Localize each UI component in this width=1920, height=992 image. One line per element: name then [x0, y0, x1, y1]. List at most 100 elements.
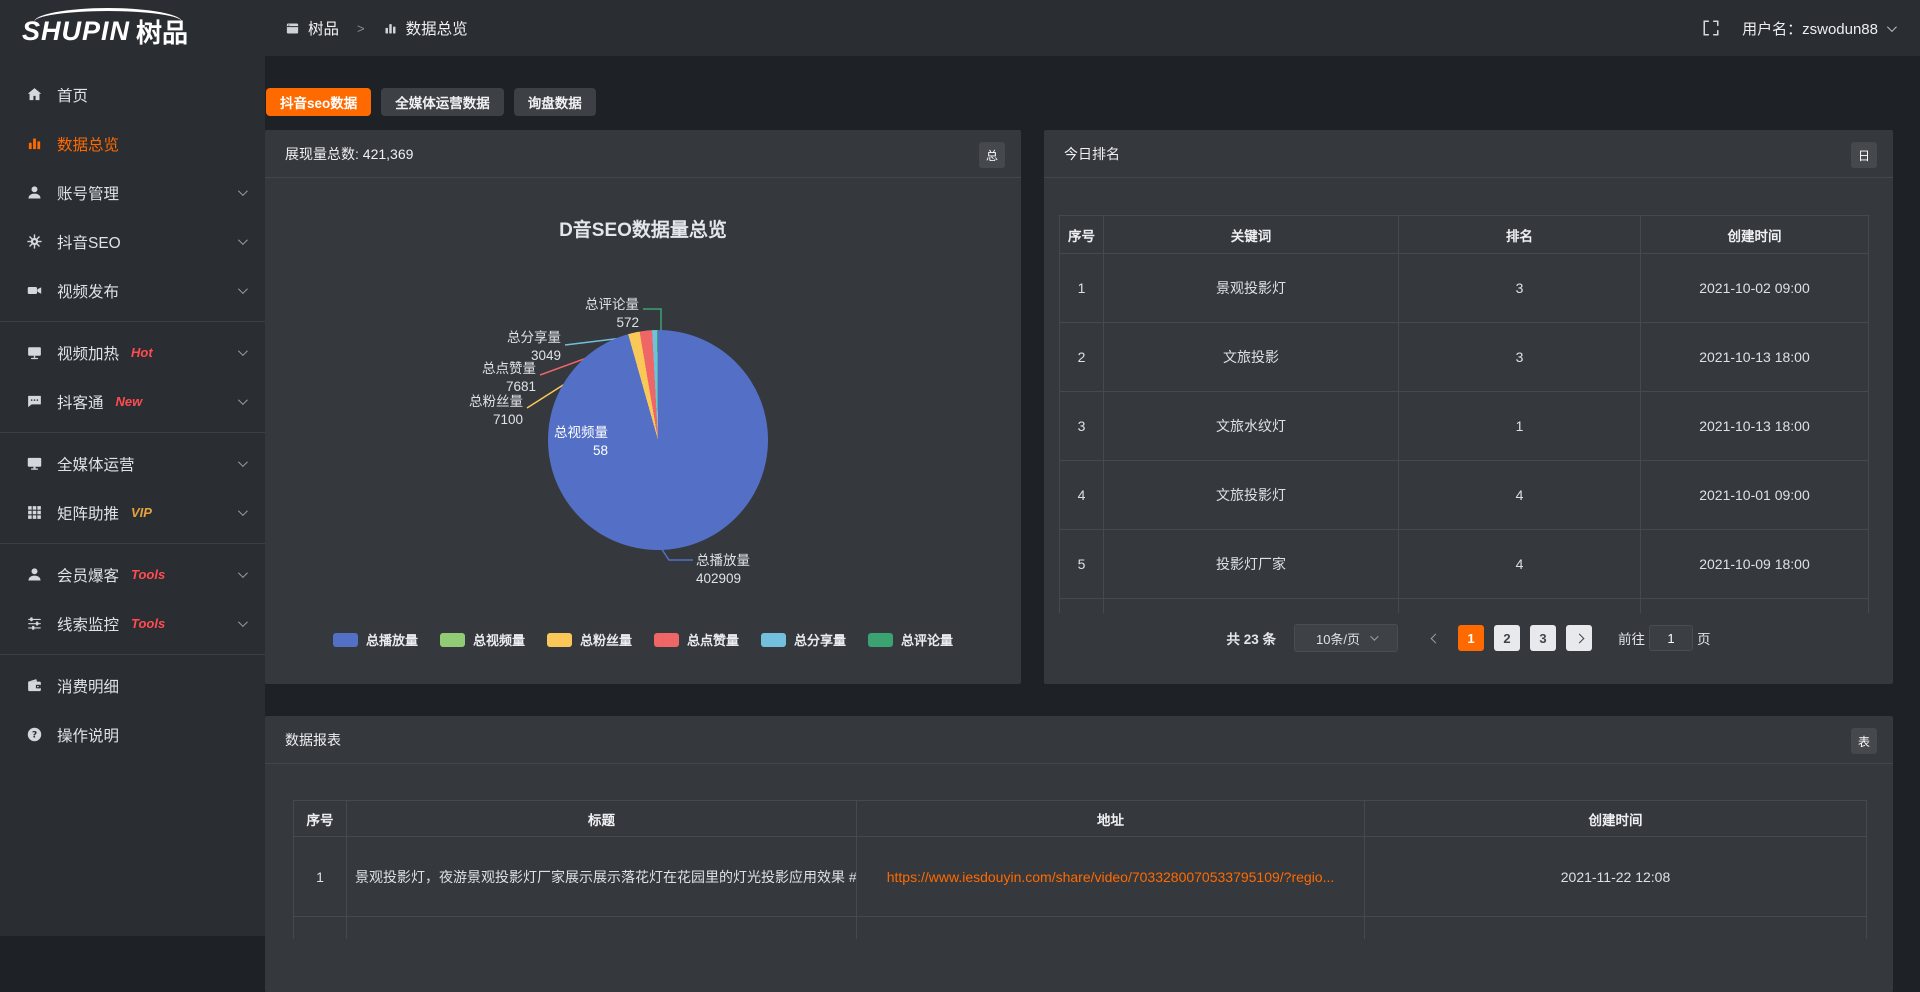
chevron-down-icon [1370, 632, 1378, 640]
sidebar-item-account[interactable]: 账号管理 [0, 168, 265, 217]
sidebar-item-data-overview[interactable]: 数据总览 [0, 119, 265, 168]
sidebar-item-consumption[interactable]: 消费明细 [0, 661, 265, 710]
page-size-select[interactable]: 10条/页 [1294, 624, 1398, 652]
prev-page-button[interactable] [1422, 625, 1448, 651]
pagination-total: 共 23 条 [1226, 628, 1276, 648]
pie-label-plays: 总播放量402909 [696, 552, 750, 588]
topbar-right: 用户名：zswodun88 [1702, 18, 1894, 39]
video-camera-icon [25, 282, 43, 300]
grid-icon [25, 504, 43, 522]
sidebar-item-home[interactable]: 首页 [0, 70, 265, 119]
data-tabs: 抖音seo数据 全媒体运营数据 询盘数据 [266, 88, 596, 116]
username-label: 用户名：zswodun88 [1742, 18, 1878, 39]
video-url-cell: https://www.iesdouyin.com/share/video/70… [857, 837, 1365, 917]
page-button-3[interactable]: 3 [1530, 625, 1556, 651]
vip-badge: VIP [131, 505, 152, 520]
breadcrumb: 树品 > 数据总览 [285, 17, 468, 39]
chevron-right-icon [1574, 633, 1584, 643]
table-row: 4 文旅投影灯 4 2021-10-01 09:00 [1060, 461, 1869, 530]
goto-page-input[interactable] [1649, 625, 1693, 651]
table-button[interactable]: 表 [1851, 728, 1877, 754]
sidebar-item-douketong[interactable]: 抖客通 New [0, 377, 265, 426]
table-stub-row [1060, 599, 1869, 613]
tools-badge: Tools [131, 616, 165, 631]
logo[interactable]: SHUPIN 树品 [0, 0, 265, 62]
bar-chart-icon [25, 135, 43, 153]
legend-item[interactable]: 总粉丝量 [547, 630, 632, 649]
goto-label: 前往 [1618, 628, 1645, 648]
legend-swatch [547, 633, 572, 647]
table-stub-row [294, 917, 1867, 939]
pie-label-fans: 总粉丝量7100 [469, 393, 523, 429]
help-icon: ? [25, 726, 43, 744]
video-link[interactable]: https://www.iesdouyin.com/share/video/70… [887, 869, 1335, 885]
sidebar-item-media-ops[interactable]: 全媒体运营 [0, 439, 265, 488]
hot-badge: Hot [131, 345, 153, 360]
overview-panel-title: 展现量总数: 421,369 [265, 130, 1021, 178]
chevron-left-icon [1430, 633, 1440, 643]
breadcrumb-separator: > [357, 21, 365, 36]
chevron-down-icon [238, 284, 248, 294]
sidebar-item-help[interactable]: ? 操作说明 [0, 710, 265, 759]
chat-bubble-icon [25, 393, 43, 411]
ranking-panel-title: 今日排名 [1044, 130, 1893, 178]
table-row: 5 投影灯厂家 4 2021-10-09 18:00 [1060, 530, 1869, 599]
svg-text:?: ? [31, 730, 36, 741]
legend-swatch [333, 633, 358, 647]
report-panel: 数据报表 表 序号 标题 地址 创建时间 1 景观投影灯，夜游景观投影灯厂家展示… [265, 716, 1893, 992]
tab-inquiry[interactable]: 询盘数据 [514, 88, 596, 116]
report-panel-title: 数据报表 [265, 716, 1893, 764]
user-dropdown[interactable]: 用户名：zswodun88 [1742, 18, 1894, 39]
legend-item[interactable]: 总分享量 [761, 630, 846, 649]
legend-item[interactable]: 总视频量 [440, 630, 525, 649]
home-icon [25, 86, 43, 104]
table-row: 1 景观投影灯，夜游景观投影灯厂家展示展示落花灯在花园里的灯光投影应用效果 # … [294, 837, 1867, 917]
day-button[interactable]: 日 [1851, 142, 1877, 168]
tools-badge: Tools [131, 567, 165, 582]
sidebar-item-video-heat[interactable]: 视频加热 Hot [0, 328, 265, 377]
goto-group: 前往 页 [1618, 625, 1711, 651]
legend-item[interactable]: 总评论量 [868, 630, 953, 649]
pie-chart-area: D音SEO数据量总览 总评论量572 总分享量3049 总点赞量7681 总粉丝… [265, 178, 1021, 684]
report-table: 序号 标题 地址 创建时间 1 景观投影灯，夜游景观投影灯厂家展示展示落花灯在花… [293, 800, 1867, 939]
logo-arc [34, 8, 182, 22]
breadcrumb-item-current[interactable]: 数据总览 [406, 17, 468, 39]
breadcrumb-item-root[interactable]: 树品 [308, 17, 339, 39]
bar-chart-icon [383, 21, 398, 36]
chevron-down-icon [238, 568, 248, 578]
sidebar-item-douyin-seo[interactable]: 抖音SEO [0, 217, 265, 266]
table-row: 1 景观投影灯 3 2021-10-02 09:00 [1060, 254, 1869, 323]
sidebar-item-video-publish[interactable]: 视频发布 [0, 266, 265, 315]
next-page-button[interactable] [1566, 625, 1592, 651]
divider [0, 432, 265, 433]
chevron-down-icon [238, 186, 248, 196]
chevron-down-icon [238, 617, 248, 627]
pie-label-comments: 总评论量572 [585, 296, 639, 332]
table-row: 2 文旅投影 3 2021-10-13 18:00 [1060, 323, 1869, 392]
tab-douyin-seo[interactable]: 抖音seo数据 [266, 88, 371, 116]
tab-media-ops[interactable]: 全媒体运营数据 [381, 88, 504, 116]
ranking-panel: 今日排名 日 序号 关键词 排名 创建时间 1 景观投影灯 3 2021-10-… [1044, 130, 1893, 684]
chevron-down-icon [238, 395, 248, 405]
legend-item[interactable]: 总点赞量 [654, 630, 739, 649]
sidebar-item-matrix-boost[interactable]: 矩阵助推 VIP [0, 488, 265, 537]
main-content: 抖音seo数据 全媒体运营数据 询盘数据 展现量总数: 421,369 总 D音… [265, 56, 1920, 936]
sliders-icon [25, 615, 43, 633]
fullscreen-icon[interactable] [1702, 19, 1720, 37]
member-icon [25, 566, 43, 584]
legend-swatch [868, 633, 893, 647]
pagination: 共 23 条 10条/页 1 2 3 前往 页 [1044, 624, 1893, 652]
new-badge: New [116, 394, 143, 409]
table-row: 3 文旅水纹灯 1 2021-10-13 18:00 [1060, 392, 1869, 461]
wallet-icon [25, 677, 43, 695]
total-button[interactable]: 总 [979, 142, 1005, 168]
page-button-1[interactable]: 1 [1458, 625, 1484, 651]
page-button-2[interactable]: 2 [1494, 625, 1520, 651]
legend-item[interactable]: 总播放量 [333, 630, 418, 649]
sidebar-item-member-baoke[interactable]: 会员爆客 Tools [0, 550, 265, 599]
divider [0, 543, 265, 544]
sidebar-item-lead-monitor[interactable]: 线索监控 Tools [0, 599, 265, 648]
user-icon [25, 184, 43, 202]
chevron-down-icon [238, 235, 248, 245]
table-header-row: 序号 标题 地址 创建时间 [294, 801, 1867, 837]
